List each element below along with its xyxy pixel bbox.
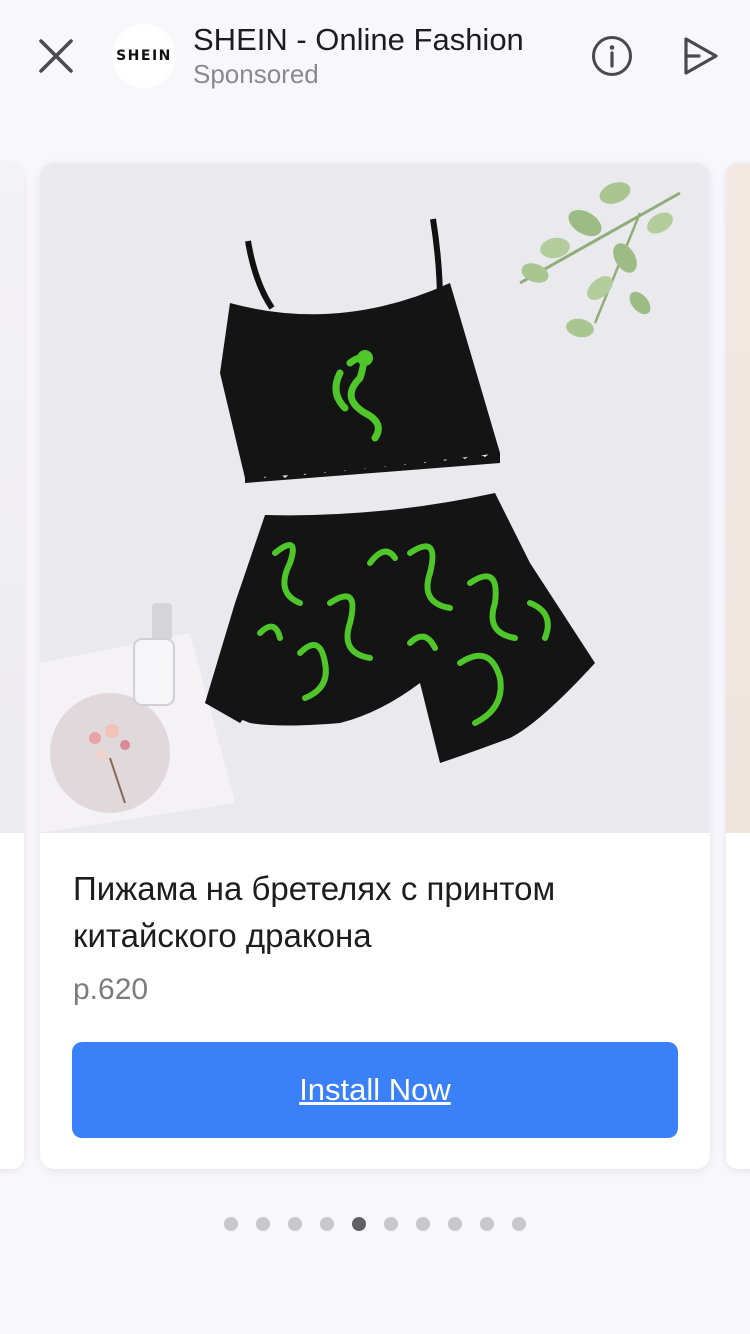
next-card-peek[interactable] [726, 163, 750, 1169]
pagination-dot[interactable] [480, 1217, 494, 1231]
brand-logo[interactable]: SHEIN [112, 24, 176, 88]
product-title[interactable]: Пижама на бретелях с принтом китайского … [73, 865, 673, 959]
close-button[interactable] [32, 32, 80, 80]
share-button[interactable] [678, 34, 722, 78]
carousel-pagination [0, 1217, 750, 1233]
pagination-dot[interactable] [512, 1217, 526, 1231]
pagination-dot-active[interactable] [352, 1217, 366, 1231]
product-price: р.620 [73, 973, 149, 1006]
install-now-button[interactable]: Install Now [72, 1042, 678, 1138]
info-icon [592, 36, 632, 76]
sponsored-label: Sponsored [193, 59, 319, 89]
advertiser-name[interactable]: SHEIN - Online Fashion [193, 22, 524, 58]
info-button[interactable] [590, 34, 634, 78]
close-icon [39, 39, 73, 73]
pagination-dot[interactable] [384, 1217, 398, 1231]
pagination-dot[interactable] [288, 1217, 302, 1231]
previous-card-peek[interactable] [0, 163, 24, 1169]
product-image[interactable] [40, 163, 710, 833]
product-card[interactable]: Пижама на бретелях с принтом китайского … [40, 163, 710, 1169]
pagination-dot[interactable] [320, 1217, 334, 1231]
pagination-dot[interactable] [448, 1217, 462, 1231]
pagination-dot[interactable] [416, 1217, 430, 1231]
previous-card-image [0, 163, 24, 833]
pagination-dot[interactable] [256, 1217, 270, 1231]
next-card-image [726, 163, 750, 833]
ad-header: SHEIN SHEIN - Online Fashion Sponsored [0, 0, 750, 115]
share-arrow-icon [684, 37, 718, 75]
pagination-dot[interactable] [224, 1217, 238, 1231]
